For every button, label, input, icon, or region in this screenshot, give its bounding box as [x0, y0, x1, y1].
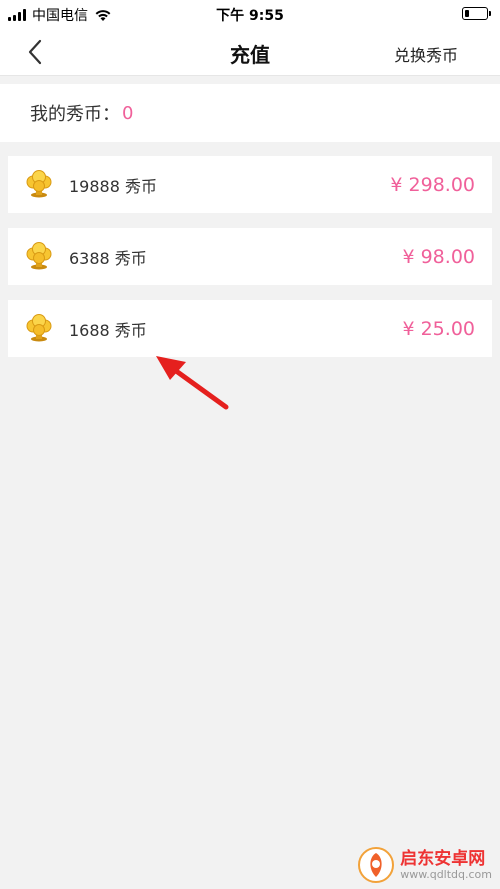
balance-row: 我的秀币： 0	[0, 84, 500, 142]
coin-stack-icon	[26, 170, 52, 198]
balance-label: 我的秀币：	[30, 104, 120, 125]
watermark: 启东安卓网 www.qdltdq.com	[358, 847, 492, 883]
package-item[interactable]: 1688 秀币 ¥ 25.00	[8, 300, 492, 357]
coin-stack-icon	[26, 242, 52, 270]
watermark-url: www.qdltdq.com	[400, 867, 492, 881]
watermark-text: 启东安卓网 www.qdltdq.com	[400, 850, 492, 881]
package-price: ¥ 298.00	[390, 173, 475, 196]
package-name: 6388 秀币	[69, 248, 147, 268]
coin-stack-icon	[26, 314, 52, 342]
package-item[interactable]: 19888 秀币 ¥ 298.00	[8, 156, 492, 213]
red-arrow-icon	[156, 356, 229, 410]
package-list: 19888 秀币 ¥ 298.00 6388 秀币 ¥ 98.00 1688 秀…	[0, 156, 500, 357]
site-logo-icon	[358, 847, 395, 883]
package-price: ¥ 25.00	[402, 317, 475, 340]
nav-bar: 充值 兑换秀币	[0, 28, 500, 76]
balance-value: 0	[122, 102, 134, 124]
watermark-title: 启东安卓网	[400, 848, 486, 869]
battery-icon	[462, 7, 491, 20]
package-item[interactable]: 6388 秀币 ¥ 98.00	[8, 228, 492, 285]
status-bar: 中国电信 下午 9:55	[0, 0, 500, 28]
package-name: 1688 秀币	[69, 320, 147, 340]
package-name: 19888 秀币	[69, 176, 157, 196]
exchange-coins-button[interactable]: 兑换秀币	[394, 42, 458, 66]
status-time: 下午 9:55	[216, 8, 284, 24]
package-price: ¥ 98.00	[402, 245, 475, 268]
battery-level	[465, 10, 469, 17]
